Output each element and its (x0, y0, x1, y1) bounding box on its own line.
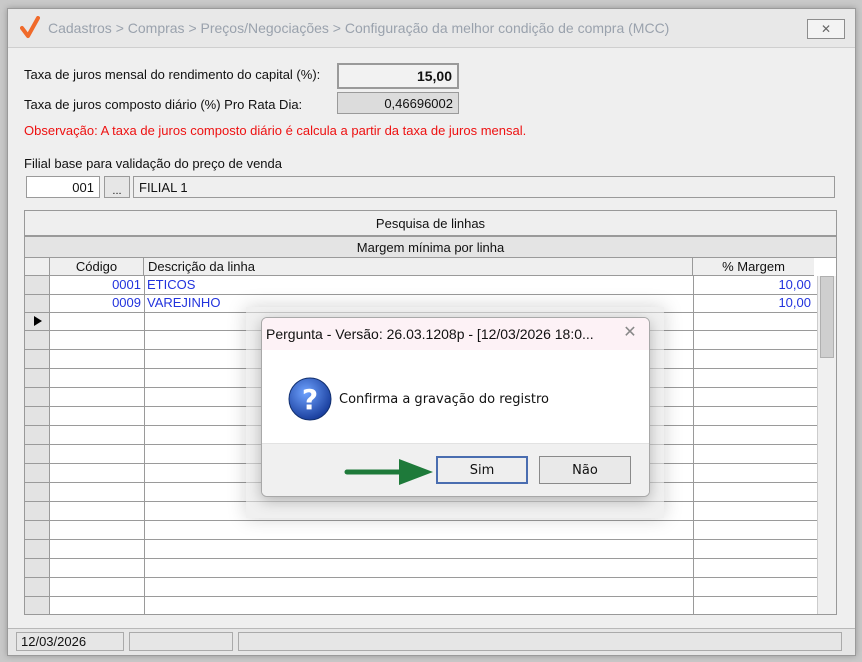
branch-code-value: 001 (72, 179, 94, 195)
window-close-button[interactable]: ✕ (807, 19, 845, 39)
rate-daily-field: 0,46696002 (337, 92, 459, 114)
observation-note: Observação: A taxa de juros composto diá… (24, 123, 527, 138)
col-header-margin[interactable]: % Margem (693, 258, 814, 276)
rate-monthly-label: Taxa de juros mensal do rendimento do ca… (24, 67, 321, 82)
row-indicator-column (25, 276, 50, 614)
col-header-description[interactable]: Descrição da linha (144, 258, 693, 276)
current-row-pointer-icon (34, 316, 42, 326)
grid-corner-header (25, 258, 50, 276)
svg-text:?: ? (302, 383, 318, 416)
branch-name-value: FILIAL 1 (139, 179, 188, 195)
row1-code[interactable]: 0001 (50, 276, 144, 294)
branch-code-input[interactable]: 001 (26, 176, 100, 198)
browse-label: ... (112, 185, 122, 197)
confirm-dialog: Pergunta - Versão: 26.03.1208p - [12/03/… (261, 317, 650, 497)
rate-monthly-value: 15,00 (416, 68, 452, 84)
col-header-code[interactable]: Código (50, 258, 144, 276)
dialog-close-button[interactable]: ✕ (621, 324, 639, 342)
pointer-arrow-icon (344, 459, 433, 485)
close-icon: ✕ (820, 22, 832, 36)
question-icon: ? (288, 377, 332, 421)
row2-margin[interactable]: 10,00 (693, 294, 814, 312)
status-bar: 12/03/2026 (8, 628, 855, 655)
row1-description[interactable]: ETICOS (144, 276, 444, 294)
branch-browse-button[interactable]: ... (104, 176, 130, 198)
grid-scroll-thumb[interactable] (820, 276, 834, 358)
dialog-title: Pergunta - Versão: 26.03.1208p - [12/03/… (262, 318, 649, 350)
no-button-label: Não (572, 462, 598, 478)
window-title: Cadastros > Compras > Preços/Negociações… (48, 20, 670, 36)
no-button[interactable]: Não (539, 456, 631, 484)
branch-label: Filial base para validação do preço de v… (24, 156, 283, 171)
grid-scrollbar[interactable] (817, 276, 836, 614)
branch-name-field: FILIAL 1 (133, 176, 835, 198)
yes-button[interactable]: Sim (436, 456, 528, 484)
app-logo-icon (20, 16, 40, 38)
status-panel-3 (238, 632, 842, 651)
title-bar: Cadastros > Compras > Preços/Negociações… (8, 9, 855, 48)
row2-code[interactable]: 0009 (50, 294, 144, 312)
grid-band-title: Pesquisa de linhas (25, 211, 836, 236)
grid-vline (693, 276, 694, 614)
dialog-footer: Sim Não (262, 443, 649, 496)
dialog-message: Confirma a gravação do registro (339, 392, 549, 407)
grid-vline (144, 276, 145, 614)
close-icon: ✕ (623, 324, 637, 341)
rate-daily-value: 0,46696002 (384, 95, 453, 111)
grid-band-subtitle: Margem mínima por linha (25, 236, 836, 258)
row1-margin[interactable]: 10,00 (693, 276, 814, 294)
yes-button-label: Sim (469, 462, 495, 478)
rate-daily-label: Taxa de juros composto diário (%) Pro Ra… (24, 97, 303, 112)
rate-monthly-input[interactable]: 15,00 (337, 63, 459, 89)
status-date: 12/03/2026 (16, 632, 124, 651)
status-panel-2 (129, 632, 233, 651)
